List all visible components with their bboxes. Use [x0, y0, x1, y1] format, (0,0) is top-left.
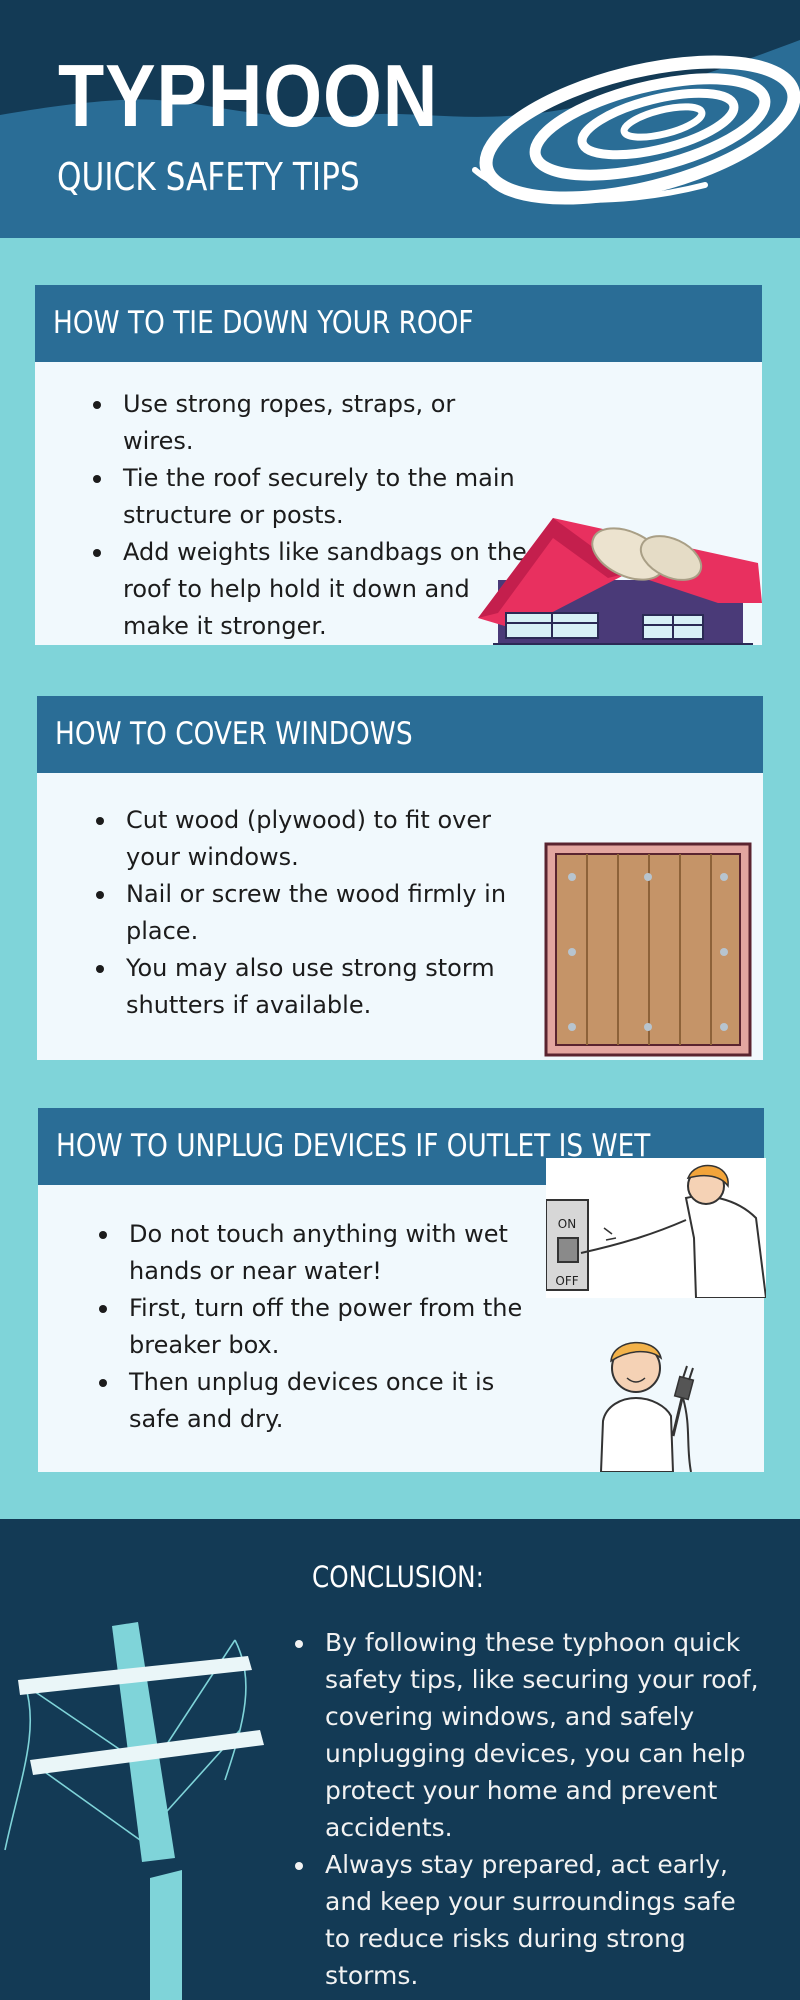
roof-card: HOW TO TIE DOWN YOUR ROOF Use strong rop… [35, 285, 762, 645]
windows-card: HOW TO COVER WINDOWS Cut wood (plywood) … [37, 696, 763, 1060]
house-with-sandbags-icon [478, 518, 762, 645]
utility-pole-icon [4, 1622, 264, 2000]
header-banner: TYPHOON QUICK SAFETY TIPS [0, 0, 800, 238]
man-holding-plug-icon [599, 1341, 695, 1472]
list-item: You may also use strong storm shutters i… [91, 950, 536, 1024]
list-item: Add weights like sandbags on the roof to… [88, 534, 533, 645]
windows-tips-list: Cut wood (plywood) to fit over your wind… [91, 802, 536, 1024]
list-item: Then unplug devices once it is safe and … [94, 1364, 539, 1438]
typhoon-swirl-icon [472, 55, 800, 205]
list-item: By following these typhoon quick safety … [290, 1624, 765, 1846]
conclusion-heading: CONCLUSION: [312, 1560, 484, 1594]
list-item: Nail or screw the wood firmly in place. [91, 876, 536, 950]
switch-off-label: OFF [555, 1274, 578, 1288]
roof-card-heading: HOW TO TIE DOWN YOUR ROOF [35, 285, 762, 362]
switch-on-label: ON [558, 1217, 576, 1231]
list-item: Tie the roof securely to the main struct… [88, 460, 533, 534]
windows-card-heading: HOW TO COVER WINDOWS [37, 696, 763, 773]
list-item: First, turn off the power from the break… [94, 1290, 539, 1364]
list-item: Do not touch anything with wet hands or … [94, 1216, 539, 1290]
light-switch-hand-icon: ON OFF [546, 1158, 766, 1298]
page-subtitle: QUICK SAFETY TIPS [57, 155, 360, 199]
conclusion-list: By following these typhoon quick safety … [290, 1624, 765, 1994]
roof-tips-list: Use strong ropes, straps, or wires. Tie … [88, 386, 533, 645]
list-item: Always stay prepared, act early, and kee… [290, 1846, 765, 1994]
unplug-tips-list: Do not touch anything with wet hands or … [94, 1216, 539, 1438]
list-item: Use strong ropes, straps, or wires. [88, 386, 533, 460]
list-item: Cut wood (plywood) to fit over your wind… [91, 802, 536, 876]
unplug-card: HOW TO UNPLUG DEVICES IF OUTLET IS WET D… [38, 1108, 766, 1472]
plywood-window-icon [544, 842, 752, 1057]
page-title: TYPHOON [58, 46, 439, 145]
